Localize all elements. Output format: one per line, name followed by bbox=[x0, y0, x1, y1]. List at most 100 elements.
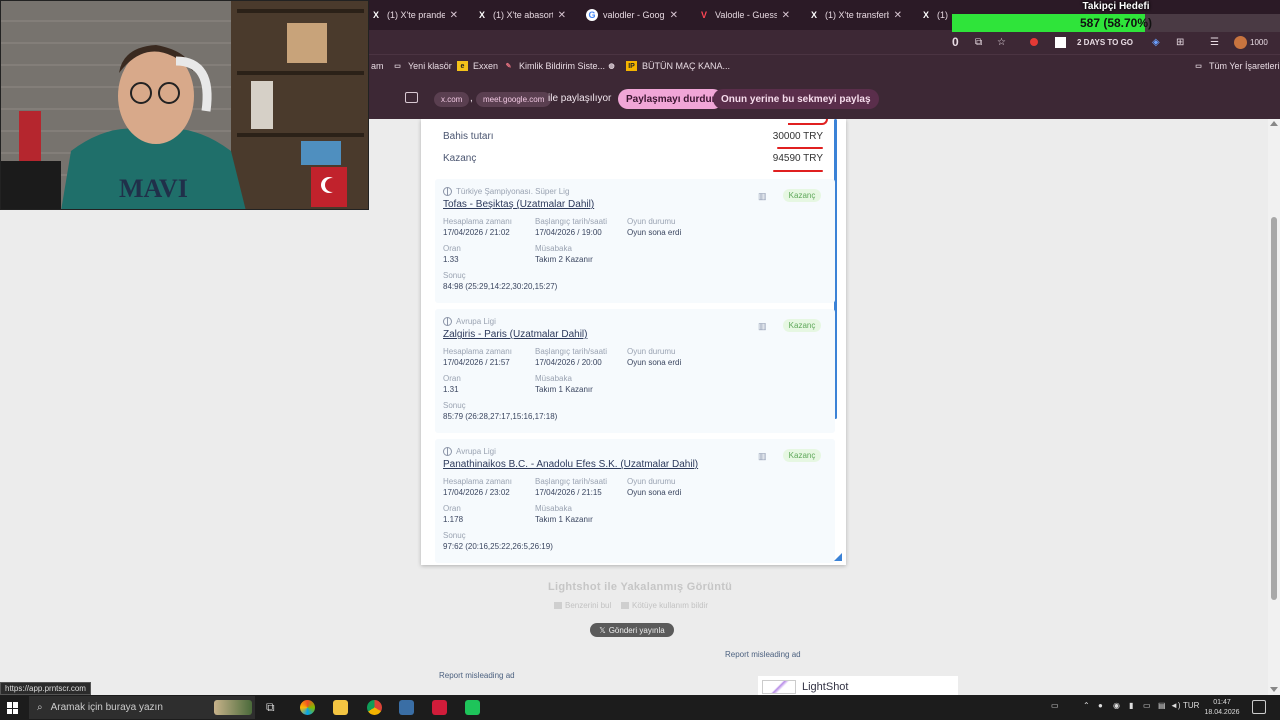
bookmark-item[interactable]: ◍ bbox=[606, 61, 617, 71]
browser-tab[interactable]: X (1) X'te transferb ✕ bbox=[802, 4, 908, 26]
browser-tab[interactable]: X (1) X'te prandelli ✕ bbox=[364, 4, 464, 26]
winnings-label: Kazanç bbox=[443, 153, 477, 164]
app-icon[interactable] bbox=[399, 700, 414, 715]
stop-sharing-button[interactable]: Paylaşmayı durdur bbox=[618, 89, 724, 109]
mic-icon[interactable]: ▮ bbox=[1129, 701, 1133, 710]
share-this-tab-button[interactable]: Onun yerine bu sekmeyi paylaş bbox=[713, 89, 879, 109]
streamer-webcam-image: MAVI bbox=[1, 1, 368, 209]
league-name: Avrupa Ligi bbox=[456, 447, 496, 456]
bookmark-item[interactable]: IP BÜTÜN MAÇ KANA... bbox=[626, 61, 730, 71]
all-bookmarks[interactable]: ▭ Tüm Yer İşaretleri bbox=[1193, 61, 1279, 71]
start-time-value: 17/04/2026 / 20:00 bbox=[535, 358, 602, 367]
scrollbar-thumb[interactable] bbox=[1271, 217, 1277, 600]
find-similar-link[interactable]: Benzerini bul bbox=[554, 601, 611, 610]
start-time-value: 17/04/2026 / 21:15 bbox=[535, 488, 602, 497]
app-icon[interactable] bbox=[465, 700, 480, 715]
browser-tab[interactable]: X (1) X'te abasort1 ✕ bbox=[470, 4, 572, 26]
windows-start-icon[interactable] bbox=[7, 702, 19, 714]
result-label: Sonuç bbox=[443, 271, 466, 280]
bookmark-star-icon[interactable]: ☆ bbox=[997, 34, 1006, 50]
red-annotation-mark bbox=[788, 119, 828, 125]
bookmark-label: Kimlik Bildirim Siste... bbox=[519, 61, 606, 71]
volume-icon[interactable]: ◄) bbox=[1170, 701, 1181, 710]
language-indicator[interactable]: TUR bbox=[1183, 701, 1199, 710]
bookmark-item[interactable]: am bbox=[371, 61, 384, 71]
resize-corner-icon bbox=[834, 553, 842, 561]
app-icon[interactable] bbox=[432, 700, 447, 715]
profile-avatar[interactable]: 1000 bbox=[1234, 34, 1268, 50]
chrome-icon[interactable] bbox=[367, 700, 382, 715]
start-time-value: 17/04/2026 / 19:00 bbox=[535, 228, 602, 237]
search-icon: ⌕ bbox=[37, 702, 43, 713]
match-link[interactable]: Panathinaikos B.C. - Anadolu Efes S.K. (… bbox=[443, 459, 698, 470]
network-icon[interactable]: ▤ bbox=[1158, 701, 1166, 710]
file-explorer-icon[interactable] bbox=[333, 700, 348, 715]
bookmark-item[interactable]: ✎ Kimlik Bildirim Siste... bbox=[503, 61, 605, 71]
browser-tab[interactable]: V Valodle - Guess th ✕ bbox=[692, 4, 796, 26]
clock-time: 01:47 bbox=[1213, 699, 1231, 706]
game-status-value: Oyun sona erdi bbox=[627, 228, 682, 237]
bookmark-item[interactable]: e Exxen bbox=[457, 61, 498, 71]
copilot-icon[interactable] bbox=[300, 700, 315, 715]
close-icon[interactable]: ✕ bbox=[670, 10, 678, 21]
notification-icon[interactable] bbox=[1252, 700, 1266, 714]
report-abuse-link[interactable]: Kötüye kullanım bildir bbox=[621, 601, 708, 610]
task-view-icon[interactable]: ⧉ bbox=[266, 700, 281, 715]
find-similar-label: Benzerini bul bbox=[565, 601, 612, 610]
extension-badge[interactable]: 2 DAYS TO GO bbox=[1077, 34, 1133, 50]
result-value: 85:79 (26:28,27:17,15:16,17:18) bbox=[443, 412, 558, 421]
report-ad-link[interactable]: Report misleading ad bbox=[725, 650, 801, 659]
stats-chart-icon[interactable]: ▥ bbox=[758, 191, 767, 202]
contest-label: Müsabaka bbox=[535, 504, 572, 513]
stats-chart-icon[interactable]: ▥ bbox=[758, 321, 767, 332]
close-icon[interactable]: ✕ bbox=[450, 10, 458, 21]
avatar bbox=[1234, 35, 1247, 49]
odds-label: Oran bbox=[443, 244, 461, 253]
bet-card: Avrupa Ligi Zalgiris - Paris (Uzatmalar … bbox=[435, 309, 835, 433]
follower-goal-title: Takipçi Hedefi bbox=[1082, 1, 1150, 12]
contest-label: Müsabaka bbox=[535, 244, 572, 253]
extension-icon[interactable] bbox=[1055, 34, 1066, 50]
lightshot-logo-icon bbox=[762, 680, 796, 694]
tray-icon[interactable]: ▭ bbox=[1051, 701, 1059, 710]
lightshot-ad[interactable]: LightShot bbox=[758, 676, 958, 695]
record-icon[interactable] bbox=[1030, 34, 1038, 50]
search-highlight-icon[interactable] bbox=[214, 700, 252, 715]
close-icon[interactable]: ✕ bbox=[894, 10, 902, 21]
tray-icon[interactable]: ▭ bbox=[1143, 701, 1151, 710]
shared-site-chip: x.com bbox=[434, 92, 470, 107]
extensions-puzzle-icon[interactable]: ⊞ bbox=[1176, 34, 1184, 50]
browser-tab[interactable]: X (1) X'te di bbox=[914, 4, 954, 26]
scroll-down-icon[interactable] bbox=[1270, 687, 1278, 692]
screen-share-icon bbox=[405, 92, 418, 103]
tweet-button[interactable]: 𝕏 Gönderi yayınla bbox=[590, 623, 674, 637]
league-label: Avrupa Ligi bbox=[443, 447, 496, 456]
close-icon[interactable]: ✕ bbox=[558, 10, 566, 21]
report-ad-link[interactable]: Report misleading ad bbox=[439, 671, 515, 680]
extension-icon[interactable]: ◈ bbox=[1152, 34, 1160, 50]
game-status-label: Oyun durumu bbox=[627, 477, 676, 486]
page-scrollbar[interactable] bbox=[1268, 119, 1280, 695]
browser-tab[interactable]: G valodler - Google ✕ bbox=[580, 4, 684, 26]
odds-value: 1.31 bbox=[443, 385, 459, 394]
menu-lines-icon[interactable]: ☰ bbox=[1210, 34, 1219, 50]
selection-value: Takım 1 Kazanır bbox=[535, 385, 593, 394]
share-tab-icon[interactable]: ⧉ bbox=[975, 34, 982, 50]
globe-icon bbox=[443, 317, 452, 326]
selection-value: Takım 1 Kazanır bbox=[535, 515, 593, 524]
tab-title: Valodle - Guess th bbox=[715, 10, 777, 20]
stats-chart-icon[interactable]: ▥ bbox=[758, 451, 767, 462]
follower-goal-widget: Takipçi Hedefi 587 (58.70%) bbox=[952, 0, 1280, 32]
match-link[interactable]: Zalgiris - Paris (Uzatmalar Dahil) bbox=[443, 329, 587, 340]
match-link[interactable]: Tofas - Beşiktaş (Uzatmalar Dahil) bbox=[443, 199, 594, 210]
scroll-up-icon[interactable] bbox=[1270, 121, 1278, 126]
clock[interactable]: 01:47 18.04.2026 bbox=[1202, 698, 1242, 718]
report-abuse-label: Kötüye kullanım bildir bbox=[632, 601, 709, 610]
calc-time-value: 17/04/2026 / 23:02 bbox=[443, 488, 510, 497]
extension-counter[interactable]: 0 bbox=[952, 34, 959, 50]
tray-icon[interactable]: ◉ bbox=[1113, 701, 1120, 710]
chevron-up-icon[interactable]: ⌃ bbox=[1083, 701, 1090, 710]
bookmark-folder[interactable]: ▭ Yeni klasör bbox=[392, 61, 452, 71]
close-icon[interactable]: ✕ bbox=[782, 10, 790, 21]
tray-icon[interactable]: ● bbox=[1098, 701, 1103, 710]
